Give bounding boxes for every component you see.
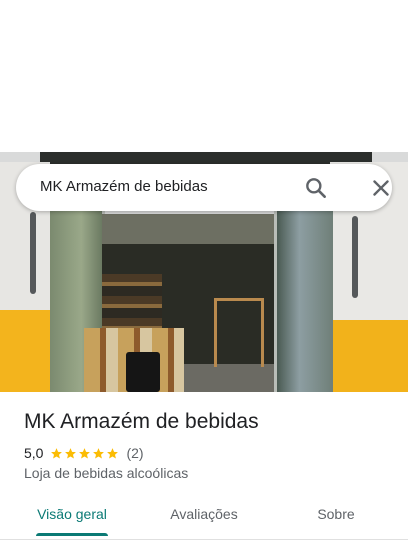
speaker (126, 352, 160, 392)
star-icon (79, 447, 91, 459)
search-icon[interactable] (303, 175, 329, 201)
rating-value: 5,0 (24, 445, 44, 461)
tab-overview[interactable]: Visão geral (24, 497, 120, 535)
wall-lamp-right (352, 216, 358, 298)
map-blank-area (0, 0, 408, 152)
tabs-divider (0, 539, 408, 540)
search-bar[interactable]: MK Armazém de bebidas (16, 164, 392, 211)
wall-stripe-left (0, 310, 50, 392)
place-category[interactable]: Loja de bebidas alcoólicas (24, 465, 188, 481)
wall-lamp-left (30, 212, 36, 294)
star-icon (65, 447, 77, 459)
tab-reviews[interactable]: Avaliações (156, 497, 252, 535)
rating-stars (50, 447, 120, 460)
active-tab-indicator (36, 533, 108, 536)
search-icon-svg (306, 178, 326, 198)
review-count[interactable]: (2) (126, 445, 143, 461)
star-icon (107, 447, 119, 459)
wall-stripe-right (330, 320, 408, 392)
tab-about[interactable]: Sobre (288, 497, 384, 535)
star-icon (51, 447, 63, 459)
glass-door-right (274, 210, 333, 392)
rating-row[interactable]: 5,0 (2) (24, 444, 144, 462)
star-icon (93, 447, 105, 459)
interior-ceiling (102, 214, 274, 244)
search-input[interactable]: MK Armazém de bebidas (40, 178, 208, 195)
close-icon-svg (373, 180, 389, 196)
storefront-sign (40, 152, 372, 164)
place-title: MK Armazém de bebidas (24, 410, 259, 433)
close-icon[interactable] (368, 175, 394, 201)
wooden-stand (214, 298, 264, 367)
place-tabs: Visão geral Avaliações Sobre (0, 497, 408, 544)
